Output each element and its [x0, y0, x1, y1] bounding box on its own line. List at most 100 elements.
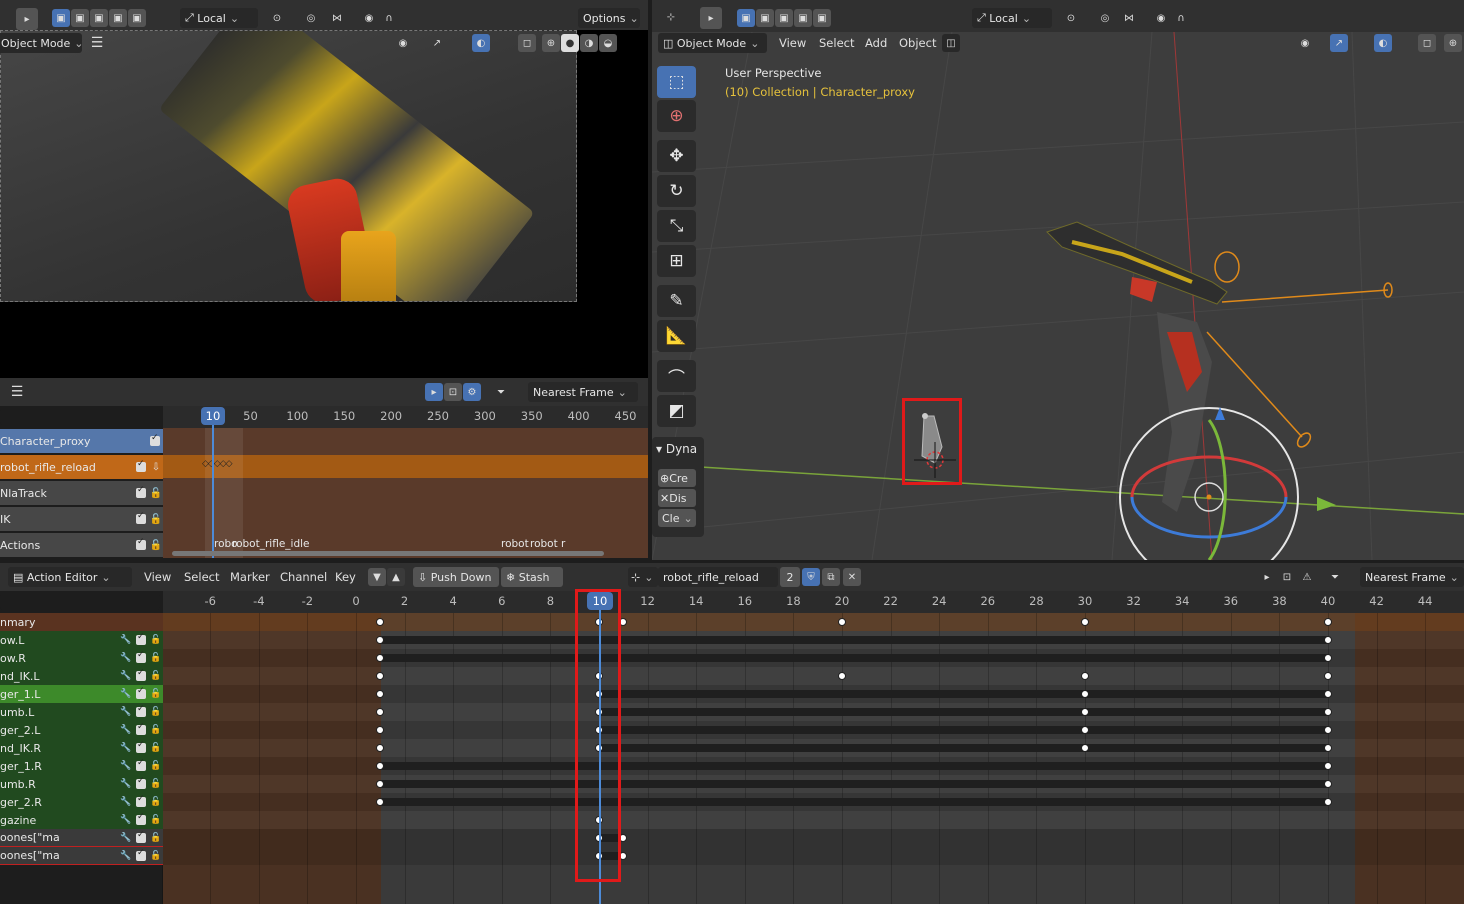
keyframe[interactable] [1324, 636, 1332, 644]
ae-channel-bone[interactable]: umb.L 🔧 🔓 [0, 703, 163, 721]
push-down-icon[interactable]: ⇩ [149, 462, 163, 473]
viewport-3d[interactable]: ◫ Object Mode View Select Add Object ◫ ◉… [652, 32, 1464, 560]
ae-layer-down-icon[interactable]: ▼ [368, 568, 386, 586]
vp-snap-icon[interactable]: ⊙ [1062, 9, 1080, 27]
redo-panel-header[interactable]: ▾ Dyna [656, 442, 697, 456]
push-down-button[interactable]: ⇩ Push Down [413, 567, 499, 587]
keyframe[interactable] [1324, 726, 1332, 734]
overlay-icon-left[interactable]: ◐ [472, 34, 490, 52]
keyframe[interactable] [838, 618, 846, 626]
nla-strip-label-4[interactable]: robot r [530, 538, 565, 550]
vp-select-box-icon[interactable]: ▣ [737, 9, 755, 27]
tool-select-box-icon[interactable]: ⬚ [657, 66, 696, 98]
modifier-wrench-icon[interactable]: 🔧 [119, 725, 133, 735]
vp-menu-select[interactable]: Select [819, 36, 854, 50]
vp-xray-icon[interactable]: ◻ [1418, 34, 1436, 52]
fake-user-shield-icon[interactable]: ⛨ [802, 568, 820, 586]
nla-filter-selected-icon[interactable]: ▸ [425, 383, 443, 401]
modifier-wrench-icon[interactable]: 🔧 [119, 653, 133, 663]
xray-icon-left[interactable]: ◻ [518, 34, 536, 52]
modifier-wrench-icon[interactable]: 🔧 [119, 689, 133, 699]
keyframe[interactable] [376, 636, 385, 644]
ae-channel-bone[interactable]: ow.R 🔧 🔓 [0, 649, 163, 667]
tool-move-icon[interactable]: ✥ [657, 140, 696, 172]
ae-channel-bone[interactable]: ger_2.L 🔧 🔓 [0, 721, 163, 739]
nla-horizontal-scrollbar[interactable] [172, 551, 604, 556]
curve-icon[interactable]: ∩ [380, 9, 398, 27]
tool-rotate-icon[interactable]: ↻ [657, 175, 696, 207]
nla-channel-checkbox[interactable] [150, 433, 160, 446]
keyframe[interactable] [376, 726, 385, 734]
vp-select-invert-icon[interactable]: ▣ [794, 9, 812, 27]
modifier-wrench-icon[interactable]: 🔧 [119, 851, 133, 861]
ae-menu-select[interactable]: Select [184, 570, 219, 584]
vp-select-subtract-icon[interactable]: ▣ [775, 9, 793, 27]
ae-channel-checkbox[interactable] [136, 848, 146, 861]
rendered-shading-icon-left[interactable]: ◒ [599, 34, 617, 52]
nla-channel-track[interactable]: IK 🔓 [0, 507, 163, 531]
lock-icon[interactable]: 🔓 [149, 761, 163, 771]
lock-icon[interactable]: 🔓 [149, 514, 163, 525]
lock-icon[interactable]: 🔓 [149, 797, 163, 807]
modifier-wrench-icon[interactable]: 🔧 [119, 815, 133, 825]
vp-visibility-icon[interactable]: ◉ [1296, 34, 1314, 52]
nla-filter-icon[interactable]: ⊡ [444, 383, 462, 401]
nla-channel-action[interactable]: robot_rifle_reload ⇩ [0, 455, 163, 479]
lock-icon[interactable]: 🔓 [149, 833, 163, 843]
ae-menu-view[interactable]: View [144, 570, 171, 584]
select-extend-icon[interactable]: ▣ [71, 9, 89, 27]
nla-channel-checkbox[interactable] [136, 459, 146, 472]
keyframe[interactable] [1324, 798, 1332, 806]
vp-overlay-icon[interactable]: ◐ [1374, 34, 1392, 52]
modifier-wrench-icon[interactable]: 🔧 [119, 743, 133, 753]
keyframe[interactable] [376, 744, 385, 752]
keyframe[interactable] [1081, 672, 1089, 680]
vp-select-extend-icon[interactable]: ▣ [756, 9, 774, 27]
modifier-wrench-icon[interactable]: 🔧 [119, 797, 133, 807]
tool-bone-roll-icon[interactable]: ⌒ [657, 360, 696, 392]
nla-strip-label-2[interactable]: robot_rifle_idle [232, 538, 309, 550]
nla-funnel-icon[interactable]: ⏷ [492, 383, 510, 401]
ae-channel-checkbox[interactable] [136, 668, 146, 681]
keyframe[interactable] [376, 708, 385, 716]
nla-snap-dropdown[interactable]: Nearest Frame [528, 382, 638, 402]
ae-only-selected-icon[interactable]: ▸ [1258, 568, 1276, 586]
keyframe[interactable] [1324, 744, 1332, 752]
menu-icon-left[interactable]: ☰ [88, 34, 106, 52]
tool-bone-envelope-icon[interactable]: ◩ [657, 395, 696, 427]
ae-channel-prop[interactable]: oones["ma 🔧 🔓 [0, 847, 163, 865]
ae-menu-key[interactable]: Key [335, 570, 356, 584]
keyframe[interactable] [376, 798, 385, 806]
tool-measure-icon[interactable]: 📐 [657, 320, 696, 352]
modifier-wrench-icon[interactable]: 🔧 [119, 671, 133, 681]
lock-icon[interactable]: 🔓 [149, 815, 163, 825]
tool-cursor-icon[interactable]: ⊕ [657, 100, 696, 132]
ae-errors-icon[interactable]: ⚠ [1298, 568, 1316, 586]
ae-channel-bone[interactable]: ger_1.R 🔧 🔓 [0, 757, 163, 775]
vp-select-tool-icon[interactable]: ▸ [700, 7, 722, 29]
ae-channel-bone[interactable]: umb.R 🔧 🔓 [0, 775, 163, 793]
proportional-edit-icon[interactable]: ◎ [302, 9, 320, 27]
action-editor-mode-dropdown[interactable]: ▤ Action Editor [8, 567, 132, 587]
nla-channel-checkbox[interactable] [136, 485, 146, 498]
pivot-dropdown[interactable]: ⤢ Local [180, 8, 258, 28]
ae-channel-bone[interactable]: ow.L 🔧 🔓 [0, 631, 163, 649]
ae-channel-bone[interactable]: nd_IK.R 🔧 🔓 [0, 739, 163, 757]
keyframe[interactable] [1081, 618, 1089, 626]
modifier-wrench-icon[interactable]: 🔧 [119, 635, 133, 645]
keyframe[interactable] [1081, 690, 1089, 698]
keyframe[interactable] [376, 780, 385, 788]
ae-channel-summary[interactable]: nmary [0, 613, 163, 631]
ae-channel-search[interactable] [0, 593, 160, 610]
nla-strip-label-3[interactable]: robot [501, 538, 529, 550]
nla-menu-icon[interactable]: ☰ [8, 383, 26, 401]
redo-create-button[interactable]: ⊕ Cre [658, 469, 696, 487]
select-tool-icon[interactable]: ▸ [16, 8, 38, 30]
ae-menu-channel[interactable]: Channel [280, 570, 327, 584]
vp-proportional-icon[interactable]: ◎ [1096, 9, 1114, 27]
ae-channel-bone[interactable]: ger_2.R 🔧 🔓 [0, 793, 163, 811]
keyframe[interactable] [376, 654, 385, 662]
keyframe[interactable] [1324, 708, 1332, 716]
editor-type-icon[interactable]: ⊹ [662, 8, 680, 26]
nla-channel-track[interactable]: Actions 🔓 [0, 533, 163, 557]
